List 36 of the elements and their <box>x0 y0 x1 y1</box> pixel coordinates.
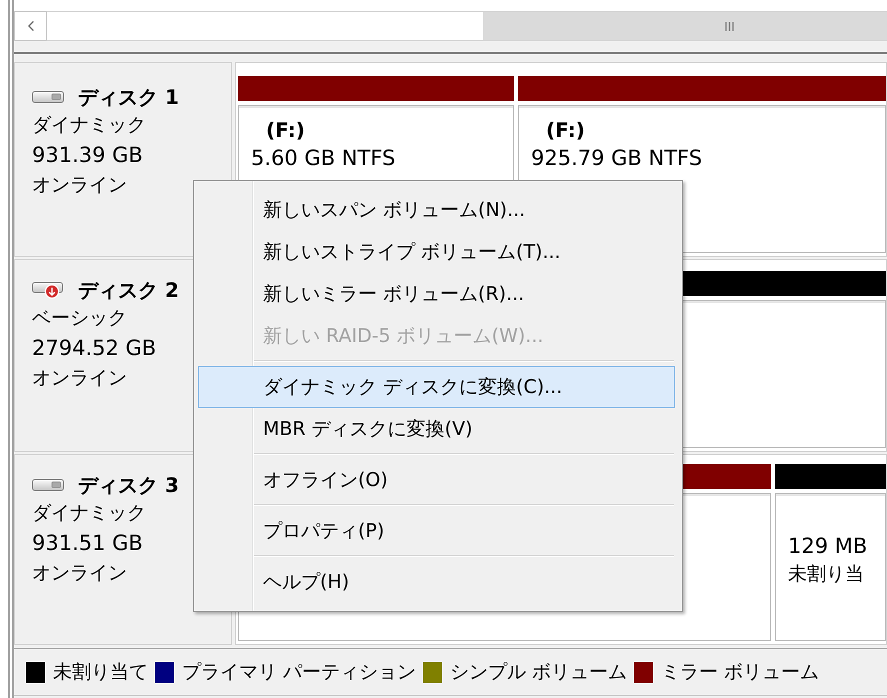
legend-label: 未割り当て <box>53 660 148 685</box>
menu-item[interactable]: ダイナミック ディスクに変換(C)... <box>198 366 675 408</box>
disk-type: ダイナミック <box>32 113 146 138</box>
menu-item[interactable]: MBR ディスクに変換(V) <box>198 408 675 450</box>
menu-item[interactable]: 新しいミラー ボリューム(R)... <box>198 273 675 315</box>
disk-status: オンライン <box>32 561 127 586</box>
partition-drive-label: (F:) <box>265 118 305 142</box>
disk-capacity: 931.51 GB <box>32 530 143 557</box>
partition-size: 129 MB <box>788 533 868 560</box>
disk-capacity: 931.39 GB <box>32 142 143 169</box>
disk-capacity: 2794.52 GB <box>32 335 156 362</box>
disk-type: ベーシック <box>32 306 127 331</box>
menu-item[interactable]: プロパティ(P) <box>198 510 675 552</box>
grip-icon <box>725 22 734 30</box>
disk-name: ディスク 2 <box>78 277 179 303</box>
partition-status: 未割り当 <box>788 562 864 587</box>
legend-label: ミラー ボリューム <box>661 660 820 685</box>
legend-label: プライマリ パーティション <box>182 660 416 685</box>
partition-box[interactable]: 129 MB 未割り当 <box>775 493 886 641</box>
disk-name: ディスク 1 <box>78 84 179 110</box>
disk-type: ダイナミック <box>32 501 146 526</box>
disk-name: ディスク 3 <box>78 472 179 498</box>
disk-drive-down-arrow-icon <box>32 282 64 298</box>
menu-item[interactable]: オフライン(O) <box>198 459 675 501</box>
partition-drive-label: (F:) <box>545 118 585 142</box>
menu-item[interactable]: ヘルプ(H) <box>198 561 675 603</box>
scrollbar-thumb[interactable] <box>483 12 887 40</box>
disk-status: オンライン <box>32 366 127 391</box>
chevron-left-icon <box>28 21 34 31</box>
scroll-left-button[interactable] <box>14 11 47 41</box>
legend-label: シンプル ボリューム <box>450 660 628 685</box>
disk-drive-icon <box>32 91 64 103</box>
partition-size: 925.79 GB NTFS <box>531 145 702 172</box>
disk-status: オンライン <box>32 173 127 198</box>
partition-size: 5.60 GB NTFS <box>251 145 396 172</box>
disk-drive-icon <box>32 479 64 491</box>
